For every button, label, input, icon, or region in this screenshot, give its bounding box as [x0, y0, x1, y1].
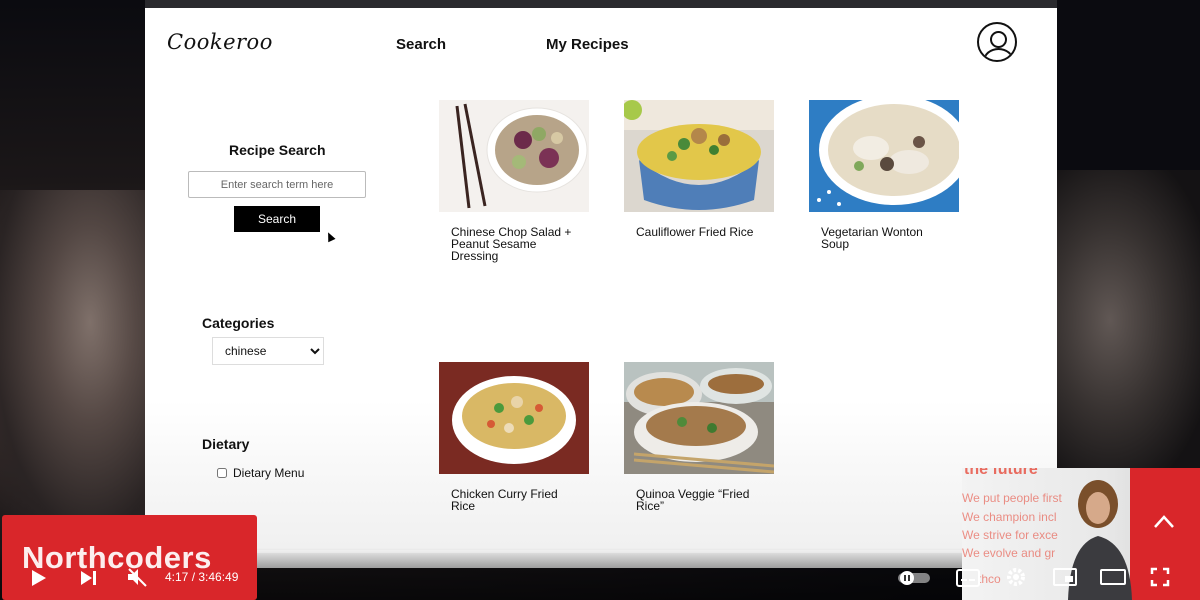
recipe-image-chicken-curry-rice[interactable]: [439, 362, 589, 474]
pip-line: We evolve and gr: [962, 546, 1056, 560]
fullscreen-icon[interactable]: [1150, 567, 1170, 592]
category-select[interactable]: chinese: [212, 337, 324, 365]
avatar-shoulders-shape: [983, 48, 1014, 60]
app-logo[interactable]: Cookeroo: [167, 30, 273, 54]
profile-avatar-icon[interactable]: [977, 22, 1017, 62]
recipe-title[interactable]: Quinoa Veggie “Fried Rice”: [624, 488, 766, 512]
theater-mode-icon[interactable]: [1100, 568, 1126, 591]
pip-line: We put people first: [962, 491, 1062, 505]
play-icon[interactable]: [30, 568, 48, 593]
recipe-card[interactable]: Chinese Chop Salad + Peanut Sesame Dress…: [439, 100, 589, 262]
recipe-card[interactable]: Chicken Curry Fried Rice: [439, 362, 589, 512]
dietary-menu-label: Dietary Menu: [233, 466, 305, 480]
pip-heading: the future: [964, 468, 1038, 478]
recipe-image-wonton-soup[interactable]: [809, 100, 959, 212]
recipe-title[interactable]: Vegetarian Wonton Soup: [809, 226, 951, 250]
dietary-menu-option[interactable]: Dietary Menu: [217, 466, 304, 480]
recipe-image-chop-salad[interactable]: [439, 100, 589, 212]
recipe-card[interactable]: Quinoa Veggie “Fried Rice”: [624, 362, 774, 512]
cookeroo-app: Cookeroo Search My Recipes Recipe Search…: [145, 8, 1057, 568]
mouse-cursor-icon: [324, 230, 336, 243]
dietary-menu-checkbox[interactable]: [217, 468, 227, 478]
subtitles-icon[interactable]: [956, 569, 980, 592]
recipe-card[interactable]: Cauliflower Fried Rice: [624, 100, 774, 238]
background-rock-left: [0, 190, 150, 520]
video-time-display: 4:17 / 3:46:49: [165, 570, 239, 584]
nav-search-link[interactable]: Search: [396, 36, 446, 53]
recipe-card[interactable]: Vegetarian Wonton Soup: [809, 100, 959, 250]
search-input[interactable]: [188, 171, 366, 198]
pip-line: We strive for exce: [962, 528, 1058, 542]
avatar-head-shape: [990, 31, 1007, 48]
dietary-heading: Dietary: [202, 436, 250, 452]
background-rock-right: [1050, 170, 1200, 470]
recipe-image-quinoa-fried-rice[interactable]: [624, 362, 774, 474]
expand-chevron-up-icon[interactable]: [1153, 505, 1175, 536]
recipe-search-heading: Recipe Search: [229, 142, 326, 158]
pip-line: We champion incl: [962, 510, 1057, 524]
autoplay-toggle[interactable]: [897, 571, 931, 590]
settings-gear-icon[interactable]: [1006, 567, 1026, 592]
miniplayer-icon[interactable]: [1053, 567, 1077, 592]
search-button[interactable]: Search: [234, 206, 320, 232]
recipe-image-cauliflower-rice[interactable]: [624, 100, 774, 212]
recipe-title[interactable]: Chicken Curry Fried Rice: [439, 488, 581, 512]
recipe-title[interactable]: Chinese Chop Salad + Peanut Sesame Dress…: [439, 226, 581, 262]
browser-top-bar: [145, 0, 1057, 8]
next-video-icon[interactable]: [79, 568, 99, 593]
pip-line: thco: [978, 572, 1001, 586]
mute-icon[interactable]: [126, 566, 148, 593]
recipe-title[interactable]: Cauliflower Fried Rice: [624, 226, 766, 238]
nav-my-recipes-link[interactable]: My Recipes: [546, 36, 629, 53]
categories-heading: Categories: [202, 315, 275, 331]
